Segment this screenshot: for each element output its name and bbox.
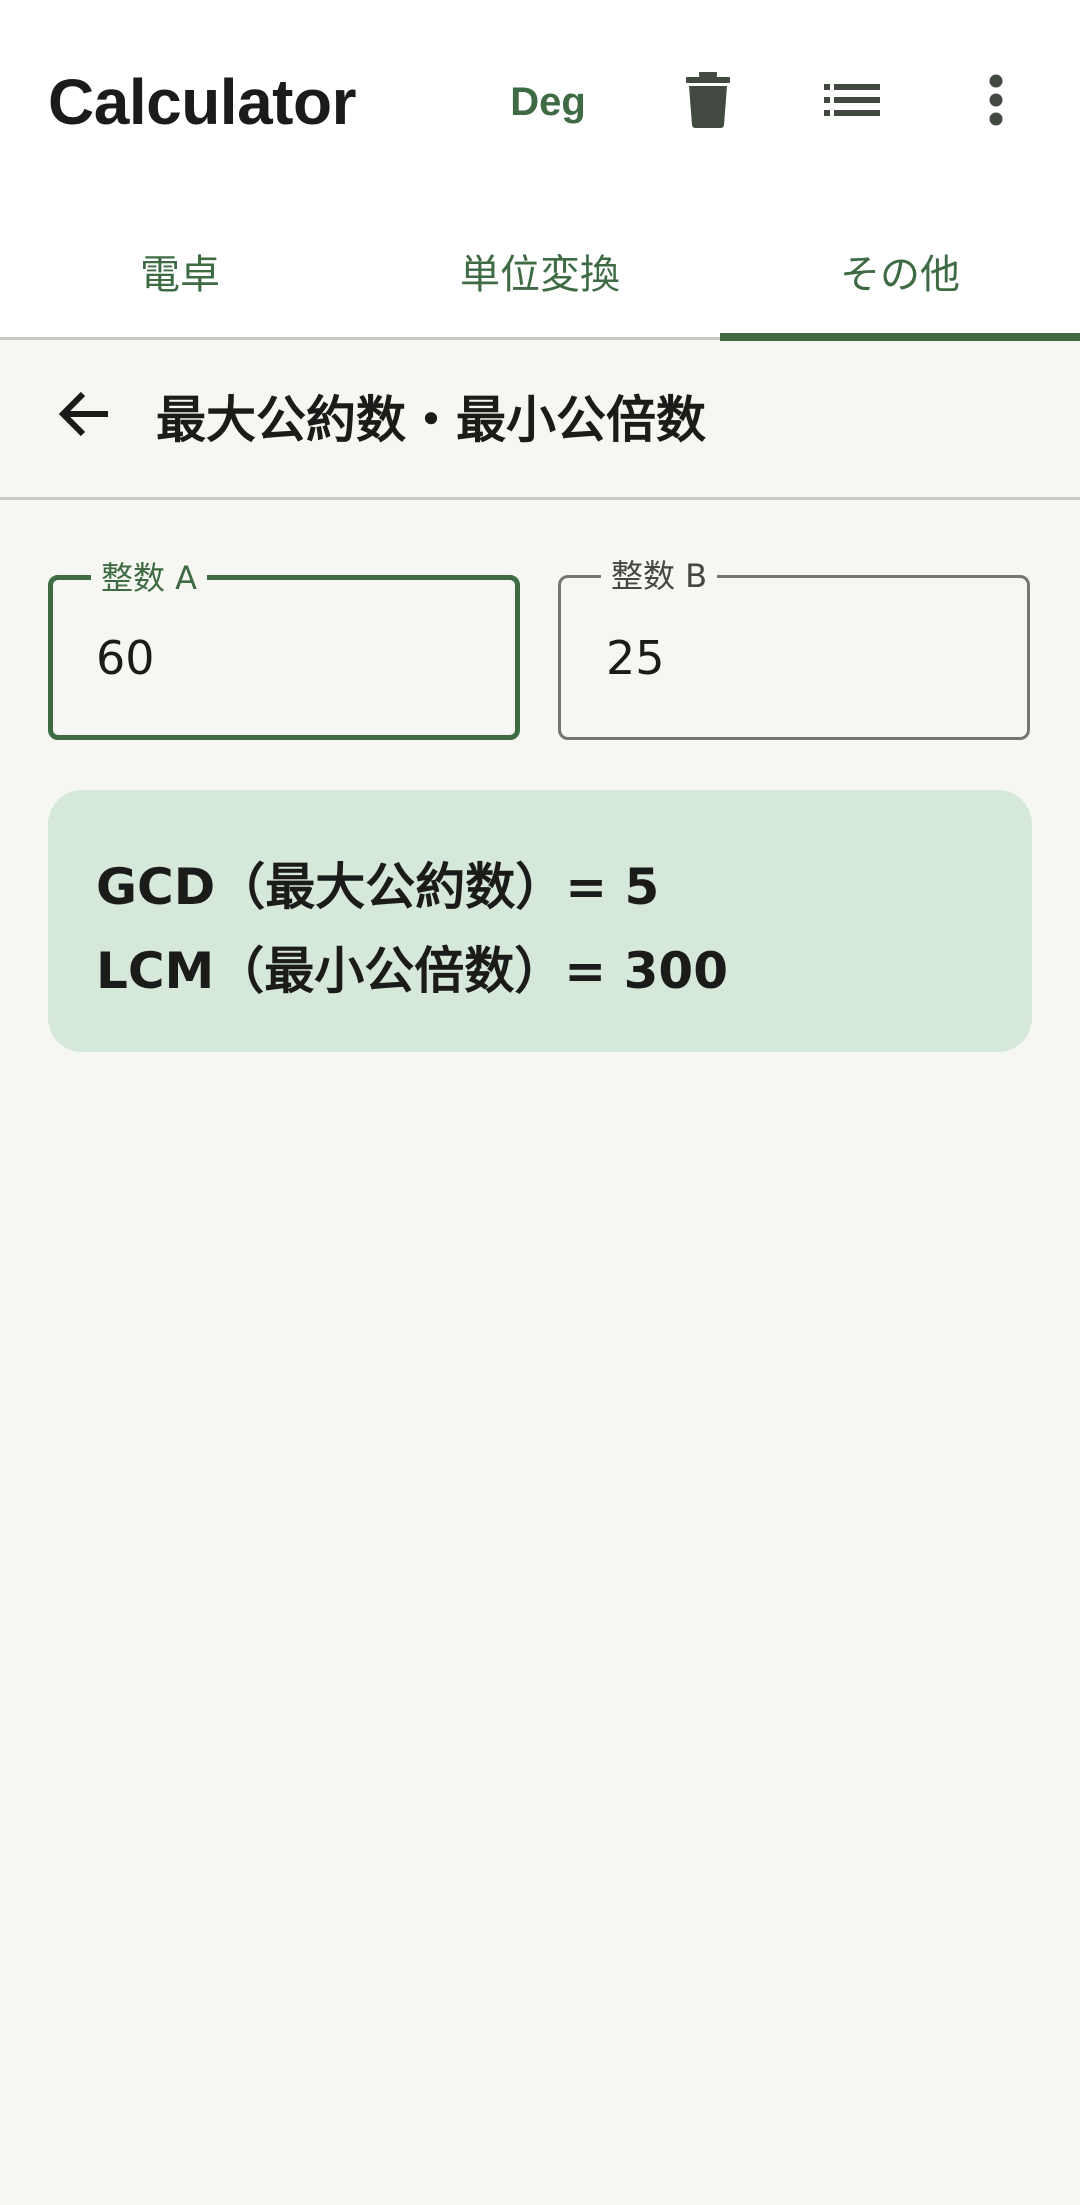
delete-icon <box>686 72 730 132</box>
integer-a-field[interactable]: 整数 A <box>48 558 520 740</box>
angle-mode-button[interactable]: Deg <box>488 62 608 142</box>
delete-button[interactable] <box>666 62 750 142</box>
screen-title: 最大公約数・最小公倍数 <box>156 391 706 449</box>
back-button[interactable] <box>48 380 120 452</box>
tab-calculator[interactable]: 電卓 <box>0 205 360 337</box>
tab-unit-conversion[interactable]: 単位変換 <box>360 205 720 337</box>
result-card: GCD（最大公約数）= 5 LCM（最小公倍数）= 300 <box>48 790 1032 1052</box>
app-title: Calculator <box>48 66 356 138</box>
app-bar: Calculator Deg <box>0 0 1080 205</box>
tab-bar: 電卓 単位変換 その他 <box>0 205 1080 341</box>
more-vert-icon <box>988 74 1004 130</box>
tab-other[interactable]: その他 <box>720 205 1080 337</box>
more-options-button[interactable] <box>954 62 1038 142</box>
history-list-icon <box>824 84 880 120</box>
integer-b-field[interactable]: 整数 B <box>558 556 1030 740</box>
history-button[interactable] <box>810 62 894 142</box>
screen-header: 最大公約数・最小公倍数 <box>0 340 1080 500</box>
integer-b-input[interactable] <box>561 578 1027 737</box>
integer-a-input[interactable] <box>53 580 515 735</box>
gcd-result: GCD（最大公約数）= 5 <box>96 858 660 916</box>
lcm-result: LCM（最小公倍数）= 300 <box>96 942 728 1000</box>
arrow-back-icon <box>56 390 112 442</box>
